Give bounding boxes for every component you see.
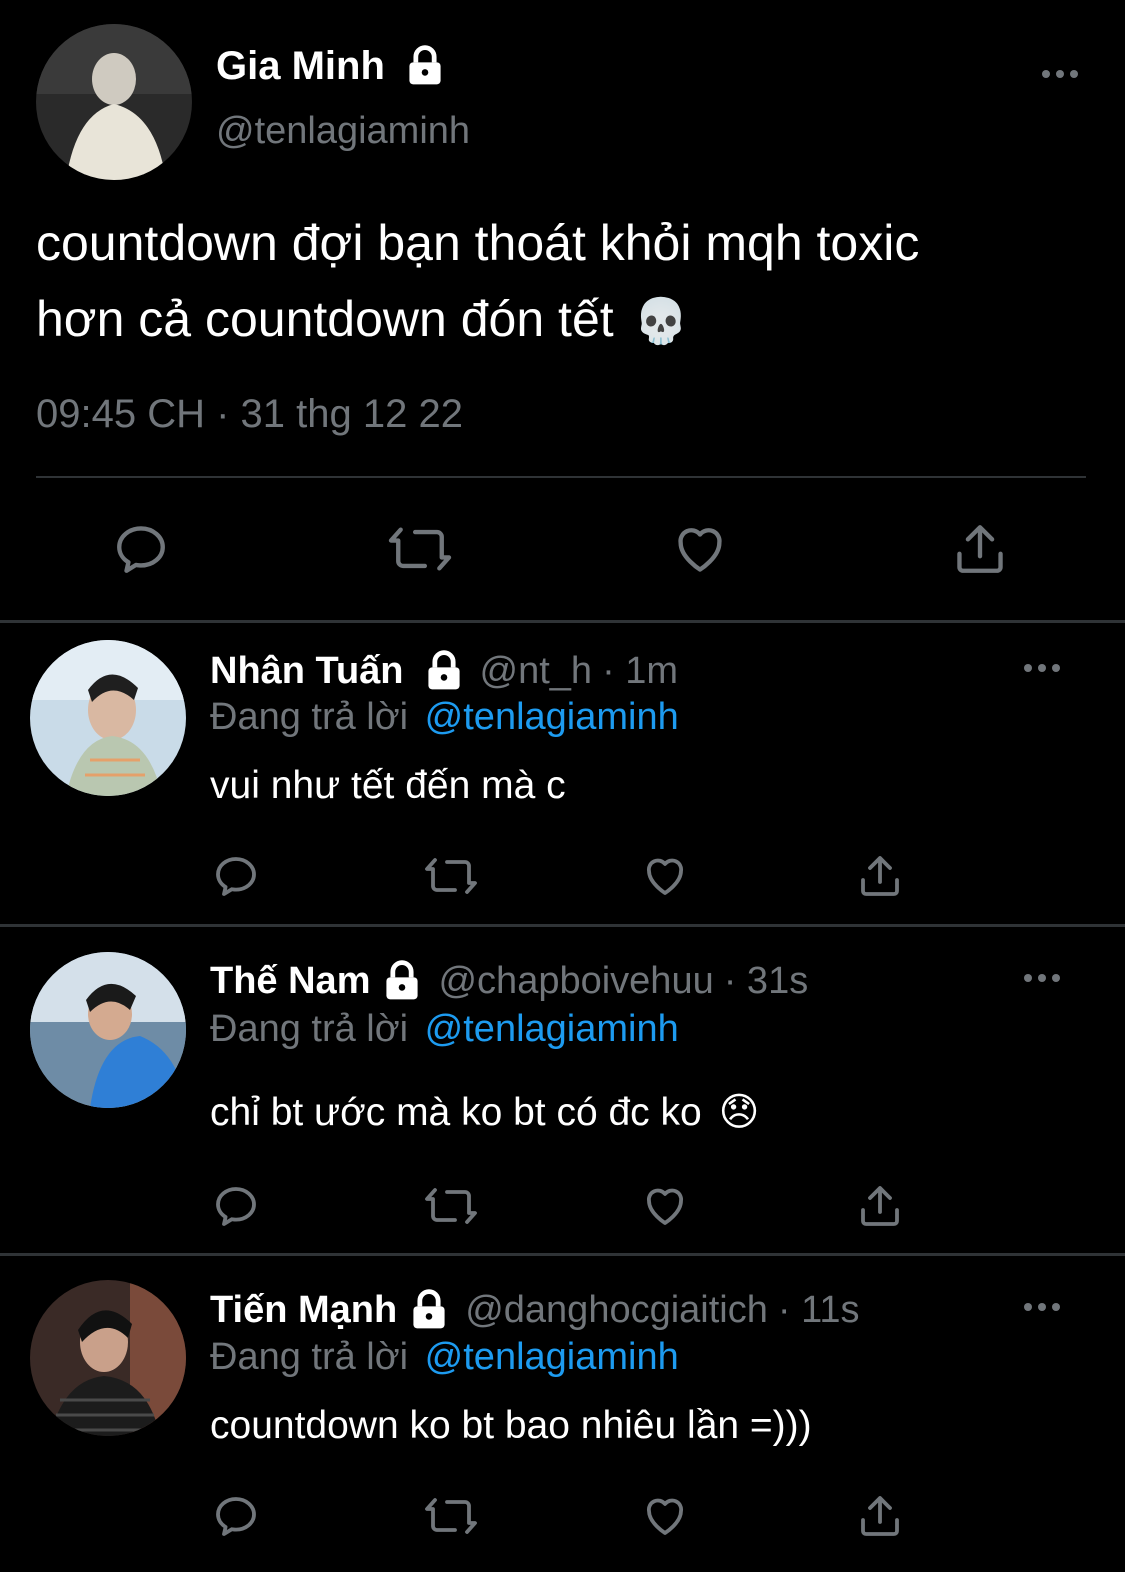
share-icon[interactable] — [856, 852, 904, 900]
lock-icon — [386, 960, 419, 1000]
retweet-icon[interactable] — [385, 520, 455, 578]
replying-to-label: Đang trả lời — [210, 1336, 409, 1378]
reply-time[interactable]: · 31s — [724, 960, 808, 1003]
tweet-text: countdown đợi bạn thoát khỏi mqh toxic h… — [36, 205, 1096, 360]
more-icon[interactable] — [1020, 956, 1064, 1000]
author-name[interactable]: Gia Minh — [216, 44, 385, 89]
replying-to-link[interactable]: @tenlagiaminh — [425, 1336, 679, 1378]
avatar-nhan-tuan[interactable] — [30, 640, 186, 796]
heart-icon[interactable] — [640, 852, 690, 900]
reply-author-name[interactable]: Tiến Mạnh — [210, 1289, 397, 1332]
disappointed-emoji: 😞 — [718, 1091, 760, 1134]
reply-icon[interactable] — [112, 520, 170, 578]
section-divider — [0, 620, 1125, 623]
more-icon[interactable] — [1020, 1285, 1064, 1329]
share-icon[interactable] — [856, 1182, 904, 1230]
reply-time[interactable]: · 1m — [602, 650, 678, 693]
avatar-gia-minh[interactable] — [36, 24, 192, 180]
retweet-icon[interactable] — [422, 852, 480, 900]
replying-to-link[interactable]: @tenlagiaminh — [425, 696, 679, 738]
reply-text: countdown ko bt bao nhiêu lần =))) — [210, 1404, 812, 1447]
retweet-icon[interactable] — [422, 1182, 480, 1230]
section-divider — [0, 1253, 1125, 1256]
reply-icon[interactable] — [212, 1492, 260, 1540]
lock-icon — [409, 45, 441, 85]
share-icon[interactable] — [856, 1492, 904, 1540]
share-icon[interactable] — [951, 520, 1009, 578]
reply-author-handle[interactable]: @nt_h — [480, 650, 593, 693]
replying-to-label: Đang trả lời — [210, 1008, 409, 1050]
reply-icon[interactable] — [212, 852, 260, 900]
reply-icon[interactable] — [212, 1182, 260, 1230]
heart-icon[interactable] — [640, 1492, 690, 1540]
reply-text: vui như tết đến mà c — [210, 764, 566, 807]
more-icon[interactable] — [1038, 52, 1082, 96]
reply-author-handle[interactable]: @chapboivehuu — [438, 960, 713, 1003]
replying-to-label: Đang trả lời — [210, 696, 409, 738]
reply-author-name[interactable]: Nhân Tuấn — [210, 650, 404, 693]
tweet-text-line2: hơn cả countdown đón tết — [36, 291, 614, 347]
reply-author-handle[interactable]: @danghocgiaitich — [465, 1289, 768, 1332]
tweet-divider — [36, 476, 1086, 478]
retweet-icon[interactable] — [422, 1492, 480, 1540]
heart-icon[interactable] — [640, 1182, 690, 1230]
lock-icon — [427, 650, 460, 690]
reply-time[interactable]: · 11s — [778, 1289, 860, 1332]
section-divider — [0, 924, 1125, 927]
more-icon[interactable] — [1020, 646, 1064, 690]
tweet-timestamp[interactable]: 09:45 CH · 31 thg 12 22 — [36, 392, 463, 437]
reply-author-name[interactable]: Thế Nam — [210, 960, 370, 1003]
heart-icon[interactable] — [670, 520, 730, 578]
lock-icon — [413, 1289, 445, 1329]
avatar-the-nam[interactable] — [30, 952, 186, 1108]
reply-text: chỉ bt ước mà ko bt có đc ko — [210, 1091, 702, 1134]
tweet-text-line1: countdown đợi bạn thoát khỏi mqh toxic — [36, 215, 920, 271]
replying-to-link[interactable]: @tenlagiaminh — [425, 1008, 679, 1050]
author-handle[interactable]: @tenlagiaminh — [216, 110, 470, 153]
skull-emoji: 💀 — [633, 297, 689, 346]
avatar-tien-manh[interactable] — [30, 1280, 186, 1436]
